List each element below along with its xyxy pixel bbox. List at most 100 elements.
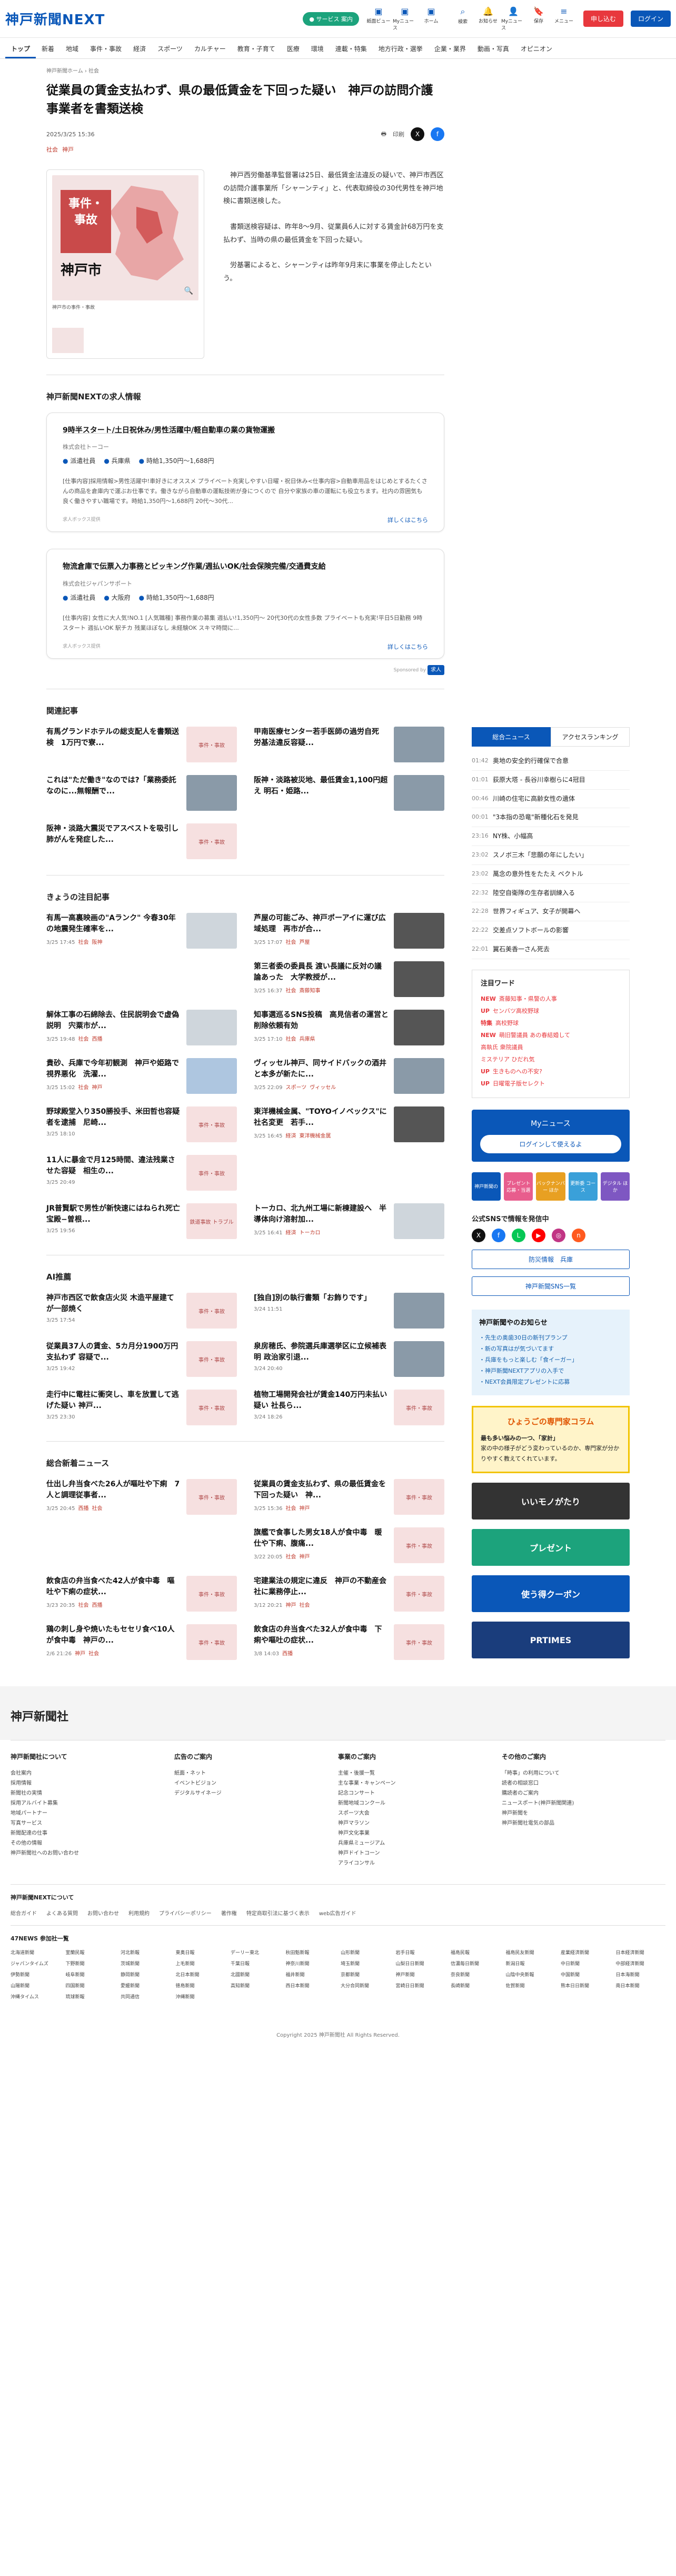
footer-bar-link[interactable]: 総合ガイド — [11, 1909, 37, 1917]
news-item[interactable]: 従業員37人の賃金、5カ月分1900万円支払わず 容疑で... 3/25 19:4… — [46, 1341, 237, 1377]
job-more-link[interactable]: 詳しくはこちら — [387, 642, 428, 651]
news-tag[interactable]: 経済 — [285, 1230, 296, 1236]
breadcrumb[interactable]: 神戸新聞ホーム › 社会 — [46, 59, 444, 82]
news-item[interactable]: 有馬一高裏映画の"Aランク" 今春30年の地震発生確率を... 3/25 17:4… — [46, 913, 237, 949]
footer-link[interactable]: 「時事」の利用について — [502, 1768, 665, 1778]
member-link[interactable]: 上毛新聞 — [176, 1960, 226, 1967]
member-link[interactable]: 下野新聞 — [66, 1960, 116, 1967]
news-title[interactable]: 飲食店の弁当食べた32人が食中毒 下痢や嘔吐の症状... — [254, 1624, 389, 1646]
thumbnail[interactable]: 事件・事故 — [394, 1390, 444, 1426]
news-item[interactable]: [独自]別の執行書類「お飾りです」 3/24 11:51 — [254, 1293, 444, 1329]
side-banner[interactable]: プレゼント — [472, 1529, 630, 1566]
keyword-text[interactable]: 萌旧警議員 あの春結婚して — [499, 1032, 570, 1039]
footer-bar-link[interactable]: 著作権 — [221, 1909, 237, 1917]
thumbnail[interactable] — [186, 1010, 237, 1046]
member-link[interactable]: 信濃毎日新聞 — [451, 1960, 501, 1967]
ranking-item[interactable]: 22:32 陸空自衛隊の生存者訓練入る — [472, 884, 630, 903]
news-tag[interactable]: 神戸 — [299, 1554, 310, 1560]
member-link[interactable]: 四国新聞 — [66, 1982, 116, 1989]
thumbnail[interactable] — [394, 1106, 444, 1143]
footer-link[interactable]: 主な事業・キャンペーン — [338, 1778, 502, 1788]
news-title[interactable]: 飲食店の弁当食べた42人が食中毒 嘔吐や下痢の症状... — [46, 1576, 181, 1598]
thumbnail[interactable] — [394, 1341, 444, 1377]
footer-logo[interactable]: 神戸新聞社 — [0, 1707, 676, 1740]
member-link[interactable]: 東奥日報 — [176, 1949, 226, 1956]
disaster-info-button[interactable]: 防災情報 兵庫 — [472, 1249, 630, 1269]
nav-item[interactable]: 医療 — [281, 38, 305, 58]
footer-link[interactable]: 神戸ドイトコーン — [338, 1848, 502, 1858]
member-link[interactable]: 伊勢新聞 — [11, 1971, 61, 1978]
thumbnail[interactable] — [394, 913, 444, 949]
news-item[interactable]: 植物工場開発会社が賃金140万円未払い疑い 社長ら... 3/24 18:26 事件… — [254, 1390, 444, 1426]
news-title[interactable]: 植物工場開発会社が賃金140万円未払い疑い 社長ら... — [254, 1390, 389, 1412]
nav-item[interactable]: 教育・子育て — [232, 38, 281, 58]
news-title[interactable]: 宅建業法の規定に違反 神戸の不動産会社に業務停止... — [254, 1576, 389, 1598]
nav-item[interactable]: トップ — [5, 38, 36, 58]
instagram-icon[interactable]: ◎ — [552, 1228, 565, 1242]
member-link[interactable]: 山形新聞 — [341, 1949, 391, 1956]
footer-link[interactable]: 兵庫県ミュージアム — [338, 1838, 502, 1848]
news-title[interactable]: 神戸市西区で飲食店火災 木造平屋建てが一部焼く — [46, 1293, 181, 1315]
article-tag[interactable]: 社会 — [46, 145, 58, 154]
keyword-item[interactable]: UP 日曜電子版セレクト — [481, 1078, 621, 1090]
news-title[interactable]: 従業員の賃金支払わず、県の最低賃金を下回った疑い 神... — [254, 1479, 389, 1501]
news-title[interactable]: 11人に暴金で月125時間、違法残業させた容疑 相生の... — [46, 1155, 181, 1177]
news-tag[interactable]: 西播 — [282, 1651, 293, 1657]
ranking-title[interactable]: 翼石美香一さん死去 — [493, 945, 550, 954]
member-link[interactable]: 河北新報 — [121, 1949, 171, 1956]
news-item[interactable]: 神戸市西区で飲食店火災 木造平屋建てが一部焼く 3/25 17:54 事件・事故 — [46, 1293, 237, 1329]
news-item[interactable]: トーカロ、北九州工場に新棟建設へ 半導体向け溶射加... 3/25 16:41 経済… — [254, 1203, 444, 1240]
news-title[interactable]: 東洋機械金属、"TOYOイノベックス"に社名変更 若手... — [254, 1106, 389, 1129]
ranking-title[interactable]: NY株、小幅高 — [493, 832, 533, 841]
news-tag[interactable]: 神戸 — [75, 1651, 85, 1657]
footer-link[interactable]: 神戸マラソン — [338, 1818, 502, 1828]
member-link[interactable]: デーリー東北 — [231, 1949, 281, 1956]
side-banner[interactable]: 使う得クーポン — [472, 1575, 630, 1613]
keyword-text[interactable]: 高校野球 — [495, 1020, 519, 1027]
news-title[interactable]: 解体工事の石綿除去、住民説明会で虚偽説明 宍粟市が... — [46, 1010, 181, 1032]
footer-link[interactable]: 神戸文化事業 — [338, 1828, 502, 1838]
thumbnail[interactable]: 事件・事故 — [186, 823, 237, 860]
news-tag[interactable]: 社会 — [78, 1085, 88, 1091]
news-item[interactable]: 知事選巡るSNS投稿 高見信者の運営と削除依頼有効 3/25 17:10 社会 兵庫県 — [254, 1010, 444, 1046]
news-item[interactable]: 解体工事の石綿除去、住民説明会で虚偽説明 宍粟市が... 3/25 19:48 社会… — [46, 1010, 237, 1046]
news-tag[interactable]: 社会 — [78, 940, 88, 945]
member-link[interactable]: 京都新聞 — [341, 1971, 391, 1978]
thumbnail[interactable]: 事件・事故 — [186, 727, 237, 763]
news-title[interactable]: 有馬一高裏映画の"Aランク" 今春30年の地震発生確率を... — [46, 913, 181, 935]
news-item[interactable]: 阪神・淡路被災地、最低賃金1,100円超え 明石・姫路... — [254, 775, 444, 811]
footer-link[interactable]: 紙面・ネット — [174, 1768, 338, 1778]
ranking-item[interactable]: 23:02 萬念の意外性をたたえ ベクトル — [472, 865, 630, 884]
footer-link[interactable]: 神戸新聞社へのお問い合わせ — [11, 1848, 174, 1858]
footer-link[interactable]: 神戸新聞社電気の部品 — [502, 1818, 665, 1828]
nav-item[interactable]: 経済 — [127, 38, 152, 58]
ranking-item[interactable]: 01:42 奥地の安全釣行確保で合意 — [472, 752, 630, 771]
news-item[interactable]: 阪神・淡路大震災でアスベストを吸引し肺がんを発症した... 事件・事故 — [46, 823, 237, 860]
news-tag[interactable]: 社会 — [78, 1037, 88, 1042]
member-link[interactable]: 新潟日報 — [506, 1960, 556, 1967]
news-tag[interactable]: 阪神 — [92, 940, 102, 945]
header-link-2[interactable]: ▣ ホーム — [419, 6, 443, 31]
footer-link[interactable]: デジタルサイネージ — [174, 1788, 338, 1798]
footer-link[interactable]: 記念コンサート — [338, 1788, 502, 1798]
news-item[interactable]: 11人に暴金で月125時間、違法残業させた容疑 相生の... 3/25 20:49… — [46, 1155, 237, 1191]
keyword-item[interactable]: NEW 斎藤知事・県警の人事 — [481, 993, 621, 1005]
news-item[interactable]: 東洋機械金属、"TOYOイノベックス"に社名変更 若手... 3/25 16:45… — [254, 1106, 444, 1143]
footer-bar-link[interactable]: 特定商取引法に基づく表示 — [246, 1909, 310, 1917]
news-item[interactable]: 従業員の賃金支払わず、県の最低賃金を下回った疑い 神... 3/25 15:36 社… — [254, 1479, 444, 1515]
notice-line[interactable]: ・NEXT会員限定プレゼントに応募 — [479, 1377, 622, 1388]
header-tool-1[interactable]: 🔔 お知らせ — [476, 6, 500, 31]
news-tag[interactable]: ヴィッセル — [310, 1085, 336, 1091]
footer-link[interactable]: 採用アルバイト募集 — [11, 1798, 174, 1808]
notice-line[interactable]: ・神戸新聞NEXTアプリの入手で — [479, 1366, 622, 1377]
news-item[interactable]: JR普賢駅で男性が新快速にはねられ死亡 宝殿−曽根... 3/25 19:56 鉄道… — [46, 1203, 237, 1240]
facebook-share-icon[interactable]: f — [431, 127, 444, 141]
keyword-item[interactable]: 特集 高校野球 — [481, 1017, 621, 1029]
news-tag[interactable]: 芦屋 — [299, 940, 310, 945]
member-link[interactable]: 奈良新聞 — [451, 1971, 501, 1978]
member-link[interactable]: 産業経済新聞 — [561, 1949, 611, 1956]
member-link[interactable]: 佐賀新聞 — [506, 1982, 556, 1989]
ranking-tab[interactable]: 総合ニュース — [472, 727, 551, 747]
footer-link[interactable]: その他の情報 — [11, 1838, 174, 1848]
nav-item[interactable]: 環境 — [305, 38, 330, 58]
